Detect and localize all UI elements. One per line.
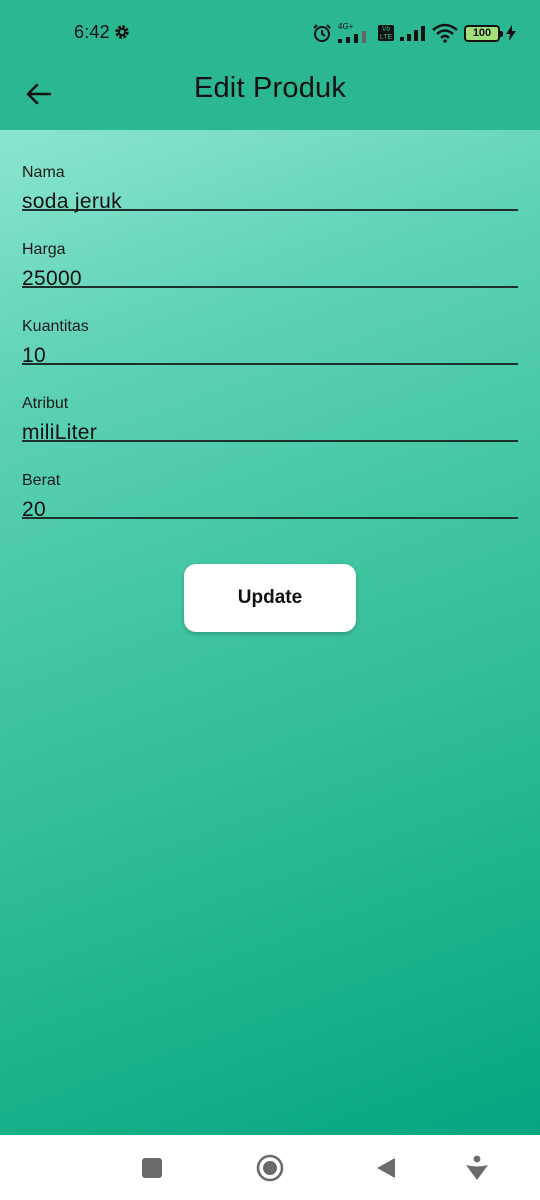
network-indicator: 4G+: [338, 23, 372, 43]
main-content: Nama soda jeruk Harga 25000 Kuantitas 10…: [0, 130, 540, 1135]
field-atribut[interactable]: Atribut miliLiter: [22, 365, 518, 444]
field-label: Kuantitas: [22, 318, 89, 335]
status-bar: 6:42 4G+ Vo LTE 100: [0, 0, 540, 62]
signal-icon-2: [400, 26, 425, 41]
update-button[interactable]: Update: [184, 564, 356, 632]
page-title: Edit Produk: [193, 72, 347, 104]
charging-bolt-icon: [506, 25, 516, 41]
field-label: Harga: [22, 241, 66, 258]
status-icons: 4G+ Vo LTE 100: [312, 20, 516, 46]
field-label: Atribut: [22, 395, 69, 412]
field-kuantitas[interactable]: Kuantitas 10: [22, 288, 518, 367]
back-triangle-icon: [377, 1158, 395, 1178]
app-bar: Edit Produk: [0, 62, 540, 130]
recents-button[interactable]: [135, 1151, 169, 1185]
alarm-icon: [313, 24, 331, 42]
berat-input[interactable]: 20: [22, 498, 46, 522]
status-time: 6:42: [74, 22, 110, 42]
network-label: 4G+: [338, 22, 354, 31]
field-harga[interactable]: Harga 25000: [22, 211, 518, 290]
signal-icon-1: [338, 31, 366, 43]
field-label: Berat: [22, 472, 61, 489]
volte-badge: Vo LTE: [378, 25, 394, 41]
field-berat[interactable]: Berat 20: [22, 442, 518, 522]
accessibility-icon: [466, 1155, 488, 1180]
field-label: Nama: [22, 164, 65, 181]
home-circle-icon: [256, 1154, 284, 1182]
home-button[interactable]: [253, 1151, 287, 1185]
battery-icon: 100: [464, 24, 503, 42]
settings-gear-icon: [115, 25, 129, 39]
accessibility-button[interactable]: [460, 1151, 494, 1185]
field-nama[interactable]: Nama soda jeruk: [22, 134, 518, 213]
square-icon: [142, 1158, 162, 1178]
wifi-icon: [432, 23, 458, 43]
back-nav-button[interactable]: [369, 1151, 403, 1185]
system-nav-bar: [0, 1135, 540, 1200]
